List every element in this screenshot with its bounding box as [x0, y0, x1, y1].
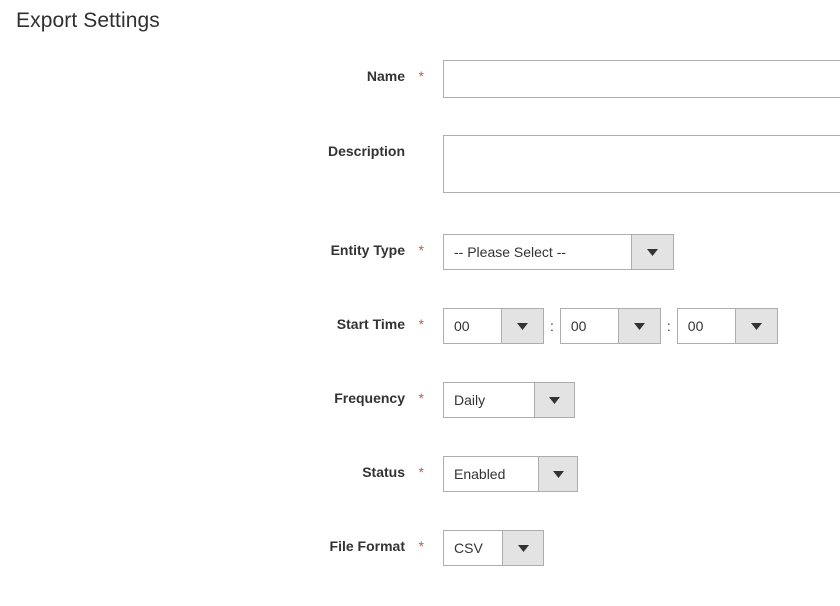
- page-title: Export Settings: [16, 9, 160, 32]
- required-asterisk-file-format: *: [418, 538, 424, 554]
- entity-type-selected-value: -- Please Select --: [444, 235, 631, 269]
- status-select[interactable]: Enabled: [443, 456, 578, 492]
- required-asterisk-entity-type: *: [418, 242, 424, 258]
- file-format-selected-value: CSV: [444, 531, 502, 565]
- export-settings-form: Name * Description Entity Type * -- Plea…: [0, 60, 840, 566]
- label-cell-entity-type: Entity Type *: [0, 234, 424, 266]
- control-cell-file-format: CSV: [424, 530, 840, 566]
- label-cell-description: Description: [0, 135, 424, 167]
- start-time-minutes-select[interactable]: 00: [559, 308, 661, 344]
- chevron-down-icon[interactable]: [617, 309, 660, 343]
- field-label-start-time: Start Time: [336, 316, 405, 332]
- field-row-name: Name *: [0, 60, 840, 98]
- control-cell-description: [424, 135, 840, 193]
- field-label-entity-type: Entity Type: [330, 242, 405, 258]
- start-time-minutes-value: 00: [560, 309, 618, 343]
- start-time-hours-select[interactable]: 00: [443, 308, 544, 344]
- control-cell-entity-type: -- Please Select --: [424, 234, 840, 270]
- chevron-down-icon[interactable]: [538, 457, 577, 491]
- name-input[interactable]: [443, 60, 840, 98]
- chevron-down-icon[interactable]: [631, 235, 673, 269]
- control-cell-frequency: Daily: [424, 382, 840, 418]
- chevron-down-icon[interactable]: [501, 309, 543, 343]
- field-row-file-format: File Format * CSV: [0, 530, 840, 566]
- chevron-down-icon[interactable]: [734, 309, 777, 343]
- description-textarea[interactable]: [443, 135, 840, 193]
- field-label-name: Name: [366, 68, 405, 84]
- field-row-status: Status * Enabled: [0, 456, 840, 492]
- label-cell-name: Name *: [0, 60, 424, 92]
- field-row-entity-type: Entity Type * -- Please Select --: [0, 234, 840, 270]
- frequency-select[interactable]: Daily: [443, 382, 575, 418]
- start-time-hours-value: 00: [444, 309, 501, 343]
- status-selected-value: Enabled: [444, 457, 538, 491]
- required-asterisk-name: *: [418, 68, 424, 84]
- start-time-seconds-select[interactable]: 00: [676, 308, 778, 344]
- chevron-down-icon[interactable]: [502, 531, 543, 565]
- chevron-down-icon[interactable]: [534, 383, 574, 417]
- field-row-start-time: Start Time * 00 : 00 : 00: [0, 308, 840, 344]
- field-row-frequency: Frequency * Daily: [0, 382, 840, 418]
- required-asterisk-start-time: *: [418, 316, 424, 332]
- frequency-selected-value: Daily: [444, 383, 534, 417]
- control-cell-status: Enabled: [424, 456, 840, 492]
- time-separator-2: :: [666, 318, 671, 334]
- start-time-seconds-value: 00: [677, 309, 735, 343]
- field-row-description: Description: [0, 135, 840, 193]
- label-cell-frequency: Frequency *: [0, 382, 424, 414]
- file-format-select[interactable]: CSV: [443, 530, 544, 566]
- field-label-status: Status: [362, 464, 405, 480]
- control-cell-start-time: 00 : 00 : 00: [424, 308, 840, 344]
- label-cell-status: Status *: [0, 456, 424, 488]
- field-label-file-format: File Format: [329, 538, 405, 554]
- label-cell-file-format: File Format *: [0, 530, 424, 562]
- field-label-frequency: Frequency: [334, 390, 405, 406]
- control-cell-name: [424, 60, 840, 98]
- required-asterisk-frequency: *: [418, 390, 424, 406]
- label-cell-start-time: Start Time *: [0, 308, 424, 340]
- required-asterisk-status: *: [418, 464, 424, 480]
- time-separator-1: :: [550, 318, 554, 334]
- entity-type-select[interactable]: -- Please Select --: [443, 234, 674, 270]
- field-label-description: Description: [327, 143, 405, 159]
